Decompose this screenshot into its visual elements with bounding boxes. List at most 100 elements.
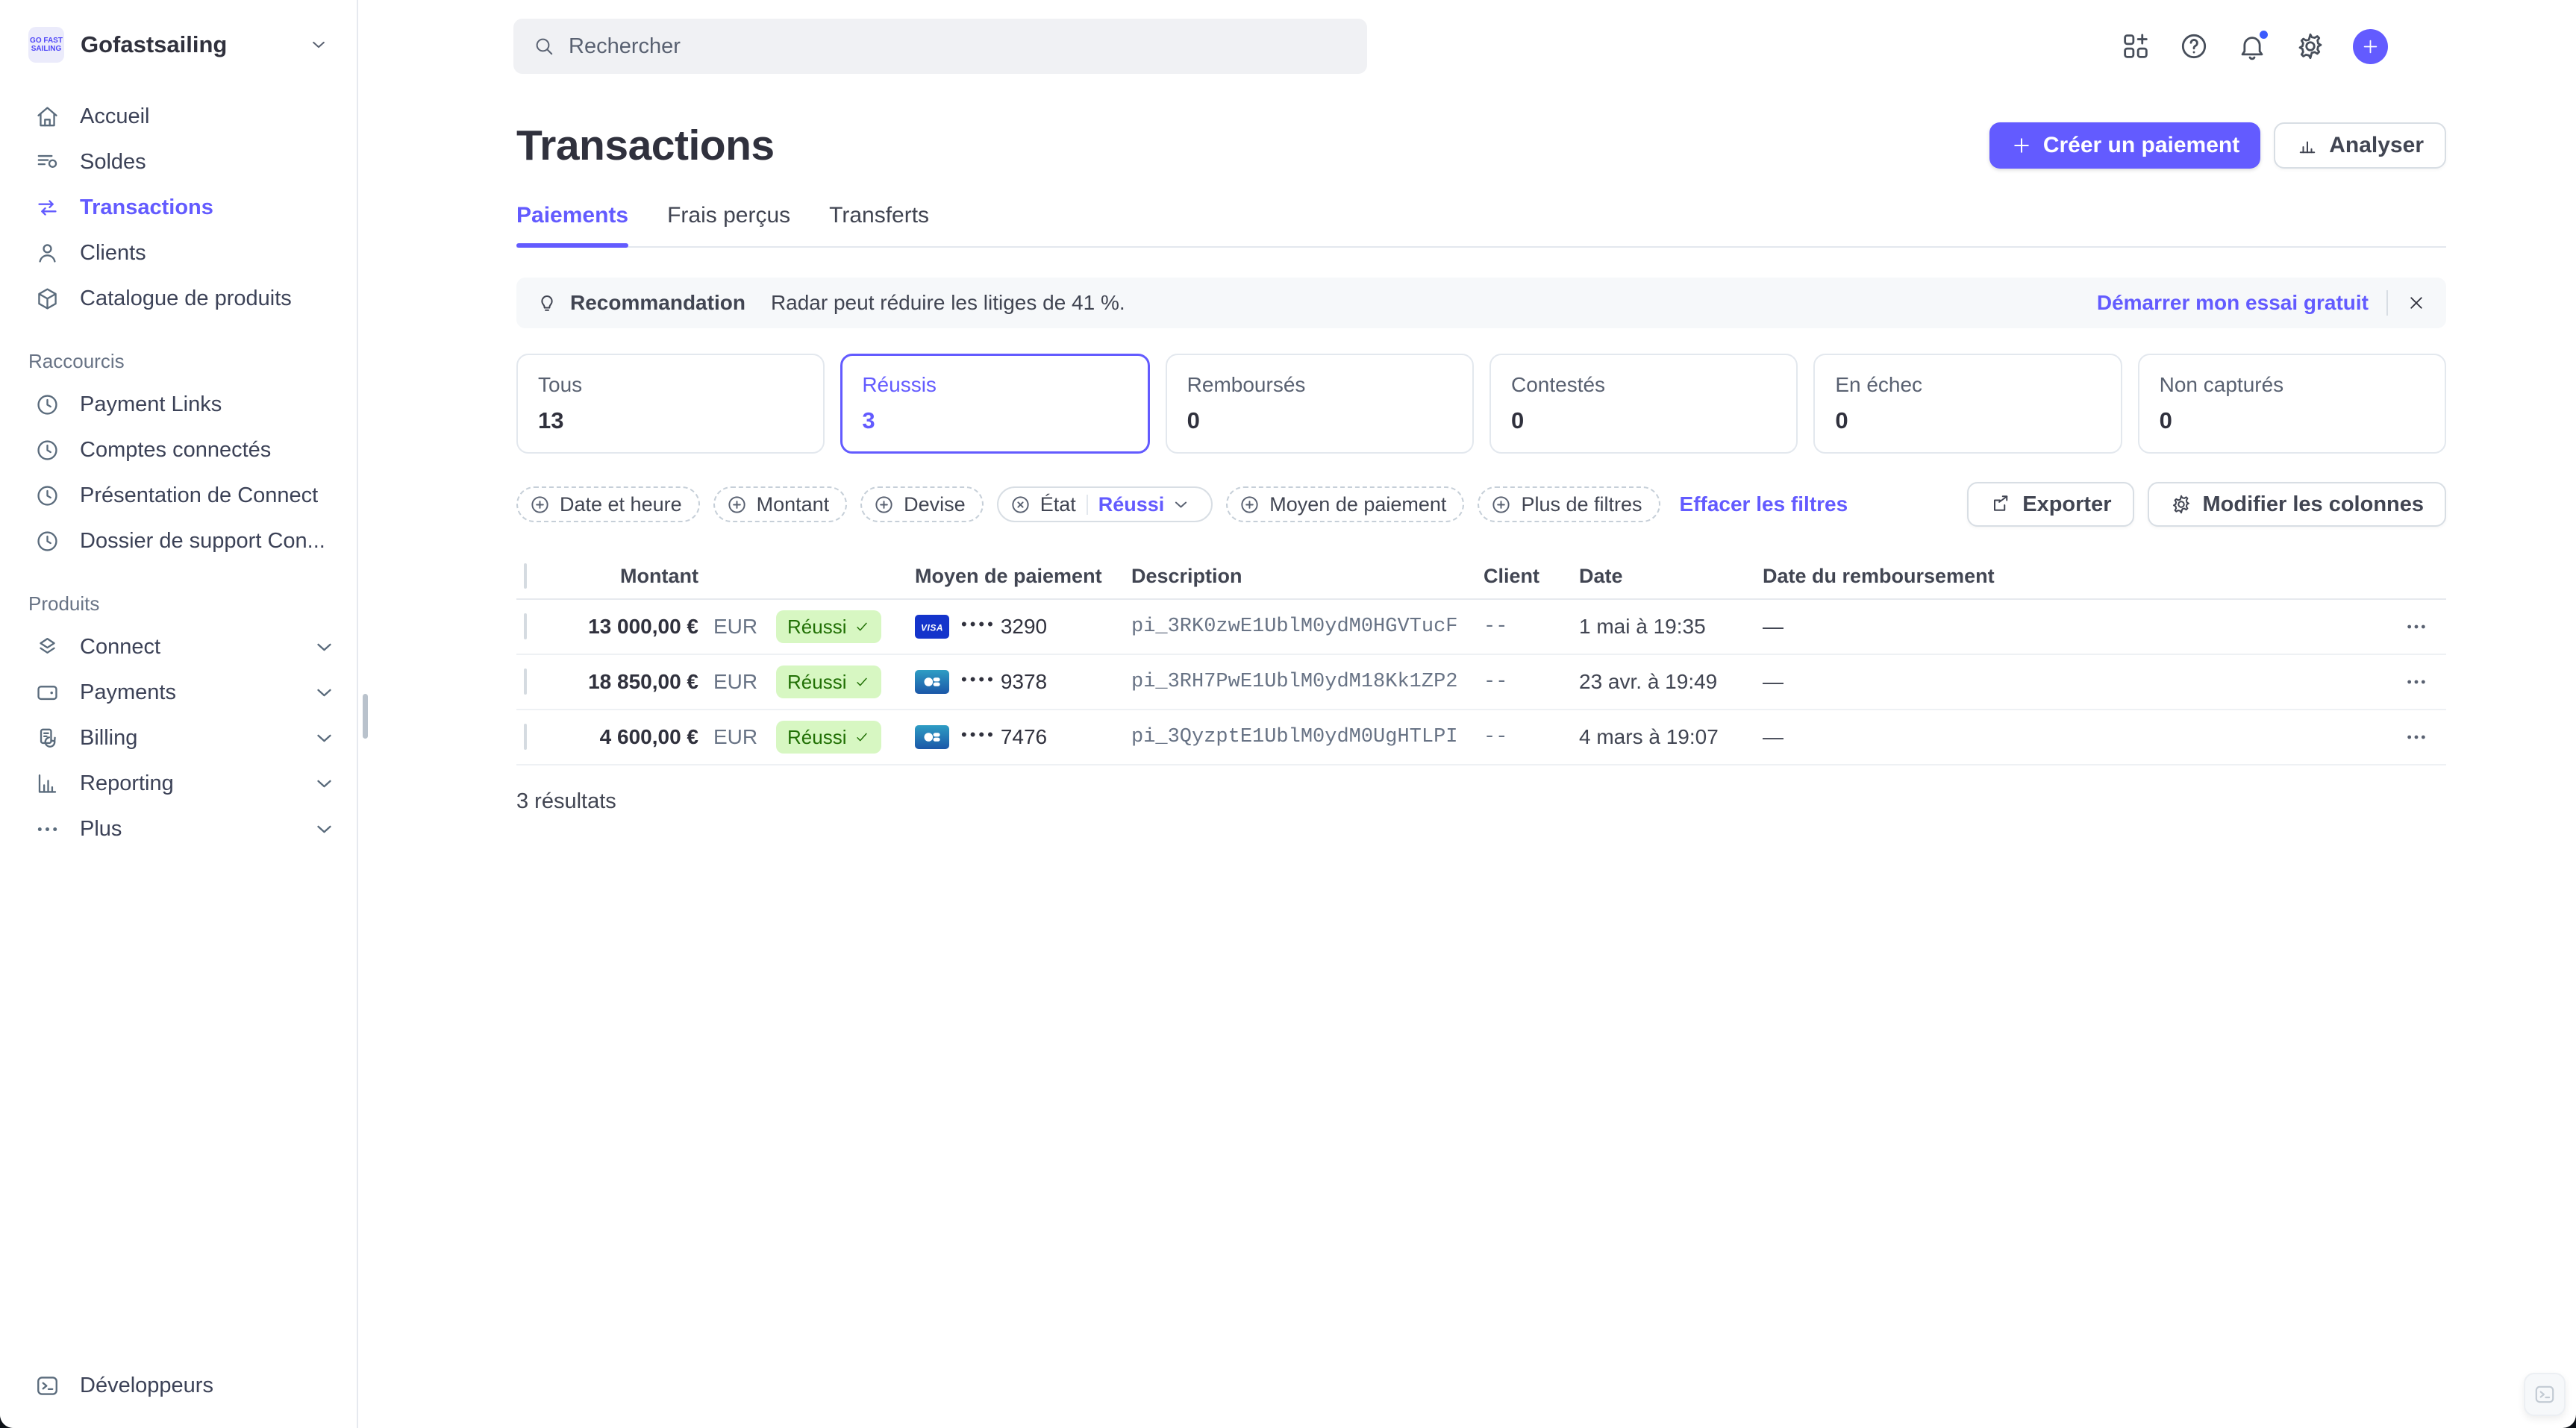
sidebar-product-item[interactable]: Payments bbox=[0, 670, 357, 715]
topbar-icon-button[interactable] bbox=[2120, 31, 2151, 62]
filter-chip-label: Devise bbox=[904, 493, 966, 516]
filter-chip[interactable]: Moyen de paiement bbox=[1226, 486, 1464, 522]
visa-card-icon: VISA bbox=[915, 615, 949, 639]
status-badge: Réussi bbox=[776, 610, 881, 643]
sidebar-shortcuts: Payment Links Comptes connectés Présenta… bbox=[0, 382, 357, 564]
sidebar-product-label: Payments bbox=[80, 680, 176, 705]
clock-icon bbox=[34, 392, 60, 418]
filter-chip[interactable]: Devise bbox=[860, 486, 984, 522]
status-card[interactable]: Remboursés 0 bbox=[1166, 354, 1474, 454]
shortcuts-section-label: Raccourcis bbox=[28, 350, 357, 373]
filter-toolbar: Date et heure Montant bbox=[516, 482, 2446, 527]
developer-console-button[interactable] bbox=[2524, 1373, 2566, 1416]
sidebar-product-item[interactable]: Connect bbox=[0, 624, 357, 670]
svg-text:VISA: VISA bbox=[921, 623, 943, 633]
chevron-down-icon bbox=[1170, 494, 1192, 516]
sidebar-shortcut-label: Comptes connectés bbox=[80, 438, 271, 463]
filter-chip-label: Plus de filtres bbox=[1521, 493, 1642, 516]
table-row[interactable]: 13 000,00 € EUR Réussi VISA •••• bbox=[516, 600, 2446, 655]
topbar-icon-button[interactable] bbox=[2295, 31, 2326, 62]
banner-message: Radar peut réduire les litiges de 41 %. bbox=[771, 291, 1125, 315]
topbar-icon-button[interactable] bbox=[2236, 31, 2268, 62]
sidebar-item[interactable]: Soldes bbox=[0, 140, 357, 185]
sidebar-product-item[interactable]: Reporting bbox=[0, 761, 357, 807]
status-card[interactable]: Contestés 0 bbox=[1489, 354, 1798, 454]
filter-chip-label: État bbox=[1040, 493, 1076, 516]
page-actions: Créer un paiement Analyser bbox=[1989, 122, 2446, 169]
check-icon bbox=[854, 729, 870, 745]
sidebar-item[interactable]: Clients bbox=[0, 231, 357, 276]
status-card[interactable]: Non capturés 0 bbox=[2138, 354, 2446, 454]
cell-refund-date: — bbox=[1763, 615, 2364, 639]
status-card[interactable]: En échec 0 bbox=[1813, 354, 2122, 454]
sidebar-item[interactable]: Transactions bbox=[0, 185, 357, 231]
sidebar-product-item[interactable]: Plus bbox=[0, 807, 357, 852]
create-payment-button[interactable]: Créer un paiement bbox=[1989, 122, 2260, 169]
balances-icon bbox=[34, 149, 60, 175]
status-card[interactable]: Tous 13 bbox=[516, 354, 825, 454]
filter-chip[interactable]: Date et heure bbox=[516, 486, 700, 522]
sidebar-item[interactable]: Accueil bbox=[0, 94, 357, 140]
filter-chip[interactable]: Plus de filtres bbox=[1478, 486, 1660, 522]
filter-chip[interactable]: État Réussi bbox=[997, 486, 1213, 522]
cb-card-icon bbox=[915, 670, 949, 694]
sidebar-shortcut-item[interactable]: Dossier de support Con... bbox=[0, 519, 357, 564]
tab-label: Paiements bbox=[516, 203, 628, 228]
analyze-button[interactable]: Analyser bbox=[2274, 122, 2446, 169]
row-checkbox[interactable] bbox=[524, 668, 527, 695]
banner-divider bbox=[2386, 290, 2388, 316]
export-button[interactable]: Exporter bbox=[1967, 482, 2133, 527]
cell-refund-date: — bbox=[1763, 725, 2364, 749]
ellipsis-icon[interactable] bbox=[2404, 615, 2428, 639]
search-input[interactable] bbox=[569, 34, 1348, 59]
sidebar-item-label: Accueil bbox=[80, 104, 150, 129]
sidebar-scrollbar-thumb[interactable] bbox=[363, 694, 368, 739]
start-trial-link[interactable]: Démarrer mon essai gratuit bbox=[2097, 291, 2369, 315]
row-checkbox[interactable] bbox=[524, 613, 527, 639]
plus-icon bbox=[2010, 134, 2033, 157]
cell-amount: 13 000,00 € bbox=[570, 615, 698, 639]
cell-payment-method: VISA •••• 3290 bbox=[915, 615, 1131, 639]
ellipsis-icon[interactable] bbox=[2404, 725, 2428, 749]
tab[interactable]: Paiements bbox=[516, 203, 628, 246]
close-icon[interactable] bbox=[2406, 292, 2427, 313]
sidebar-shortcut-item[interactable]: Payment Links bbox=[0, 382, 357, 428]
plus-icon bbox=[2360, 37, 2380, 57]
sidebar-product-label: Billing bbox=[80, 726, 137, 751]
status-card-value: 3 bbox=[862, 407, 1147, 434]
topbar-icon-button[interactable] bbox=[2178, 31, 2210, 62]
filter-chip-label: Moyen de paiement bbox=[1269, 493, 1446, 516]
status-card-value: 0 bbox=[2160, 407, 2445, 434]
status-card-value: 0 bbox=[1511, 407, 1796, 434]
quick-create-button[interactable] bbox=[2353, 29, 2388, 64]
brand-logo-line1: GO FAST bbox=[30, 37, 63, 45]
tab[interactable]: Transferts bbox=[829, 203, 929, 246]
status-card-label: Contestés bbox=[1511, 373, 1796, 397]
status-card-value: 0 bbox=[1835, 407, 2120, 434]
tab[interactable]: Frais perçus bbox=[667, 203, 790, 246]
results-count: 3 résultats bbox=[516, 789, 2446, 814]
row-checkbox[interactable] bbox=[524, 724, 527, 750]
account-name: Gofastsailing bbox=[81, 31, 227, 58]
status-card-label: Réussis bbox=[862, 373, 1147, 397]
filter-chip[interactable]: Montant bbox=[713, 486, 848, 522]
status-card[interactable]: Réussis 3 bbox=[840, 354, 1149, 454]
sidebar-shortcut-item[interactable]: Présentation de Connect bbox=[0, 473, 357, 519]
ellipsis-icon[interactable] bbox=[2404, 670, 2428, 694]
sidebar-shortcut-item[interactable]: Comptes connectés bbox=[0, 428, 357, 473]
table-row[interactable]: 4 600,00 € EUR Réussi •••• bbox=[516, 710, 2446, 765]
select-all-checkbox[interactable] bbox=[524, 563, 527, 589]
status-card-label: Non capturés bbox=[2160, 373, 2445, 397]
clear-filters-link[interactable]: Effacer les filtres bbox=[1680, 492, 1848, 516]
table-row[interactable]: 18 850,00 € EUR Réussi •••• bbox=[516, 655, 2446, 710]
sidebar-item-developers[interactable]: Développeurs bbox=[0, 1363, 357, 1409]
account-switcher[interactable]: GO FAST SAILING Gofastsailing bbox=[28, 27, 330, 63]
filter-chip-label: Date et heure bbox=[560, 493, 682, 516]
sidebar-product-item[interactable]: Billing bbox=[0, 715, 357, 761]
page-content: Transactions Créer un paiement Analyser bbox=[358, 93, 2576, 814]
edit-columns-button[interactable]: Modifier les colonnes bbox=[2148, 482, 2447, 527]
filter-chips: Date et heure Montant bbox=[516, 486, 1660, 522]
card-mask: •••• bbox=[961, 670, 996, 689]
sidebar-item[interactable]: Catalogue de produits bbox=[0, 276, 357, 322]
search-bar[interactable] bbox=[513, 19, 1367, 74]
